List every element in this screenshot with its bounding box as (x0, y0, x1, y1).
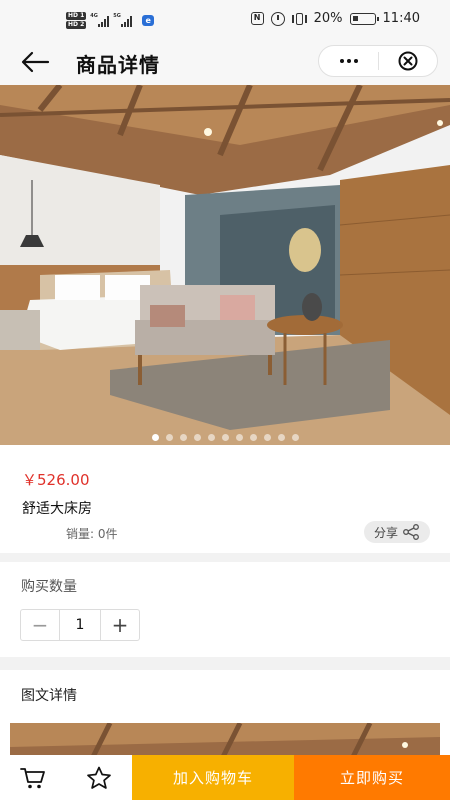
signal-icon: 4G (90, 12, 110, 27)
carousel-dots (0, 434, 450, 441)
wechat-icon: e (142, 15, 155, 26)
details-section: 图文详情 (0, 670, 450, 763)
quantity-value[interactable]: 1 (59, 610, 101, 640)
alarm-icon (270, 11, 285, 26)
mini-program-capsule (318, 45, 438, 77)
status-bar: HD 1 HD 2 4G 5G e N 20% 11:40 (0, 0, 450, 40)
nfc-icon: N (250, 12, 264, 25)
page-title: 商品详情 (76, 53, 160, 77)
quantity-stepper: − 1 + (20, 609, 140, 641)
signal-icon: 5G (113, 12, 133, 27)
sales-count: 销量: 0件 (66, 527, 118, 541)
network-label-1: 4G (90, 12, 98, 19)
close-circle-icon[interactable] (379, 46, 437, 76)
carousel-dot[interactable] (151, 434, 159, 441)
product-price: ￥526.00 (22, 471, 90, 489)
share-button[interactable]: 分享 (364, 521, 430, 543)
nav-header: 商品详情 (0, 40, 450, 85)
carousel-dot[interactable] (263, 434, 271, 441)
battery-percent: 20% (313, 11, 343, 26)
details-title: 图文详情 (21, 688, 77, 704)
carousel-dot[interactable] (193, 434, 201, 441)
clock: 11:40 (382, 11, 420, 26)
buy-now-button[interactable]: 立即购买 (294, 755, 450, 800)
product-name: 舒适大床房 (22, 501, 92, 517)
carousel-dot[interactable] (235, 434, 243, 441)
decrease-button[interactable]: − (21, 610, 59, 640)
share-icon (403, 524, 419, 540)
hd2-label: HD 2 (66, 21, 87, 29)
room-photo (0, 85, 450, 445)
increase-button[interactable]: + (101, 610, 139, 640)
carousel-dot[interactable] (277, 434, 285, 441)
status-right: N 20% 11:40 (250, 11, 420, 26)
add-to-cart-button[interactable]: 加入购物车 (132, 755, 294, 800)
more-dots-icon[interactable] (319, 46, 378, 76)
carousel-dot[interactable] (207, 434, 215, 441)
carousel-dot[interactable] (179, 434, 187, 441)
network-label-2: 5G (113, 12, 121, 19)
quantity-section: 购买数量 − 1 + (0, 562, 450, 657)
cart-icon[interactable] (0, 755, 66, 800)
battery-icon (349, 12, 379, 25)
status-left: HD 1 HD 2 4G 5G e (66, 12, 155, 29)
share-label: 分享 (373, 525, 398, 540)
product-info-card: ￥526.00 舒适大床房 销量: 0件 分享 (0, 445, 450, 553)
hd1-label: HD 1 (66, 12, 87, 20)
hd-indicators: HD 1 HD 2 (66, 12, 87, 29)
carousel-dot[interactable] (249, 434, 257, 441)
carousel-dot[interactable] (165, 434, 173, 441)
star-icon[interactable] (66, 755, 132, 800)
vibrate-icon (291, 12, 307, 25)
carousel-dot[interactable] (221, 434, 229, 441)
bottom-action-bar: 加入购物车 立即购买 (0, 755, 450, 800)
carousel-dot[interactable] (291, 434, 299, 441)
product-image-carousel[interactable] (0, 85, 450, 445)
quantity-label: 购买数量 (21, 579, 77, 595)
back-arrow-icon[interactable] (20, 49, 50, 75)
